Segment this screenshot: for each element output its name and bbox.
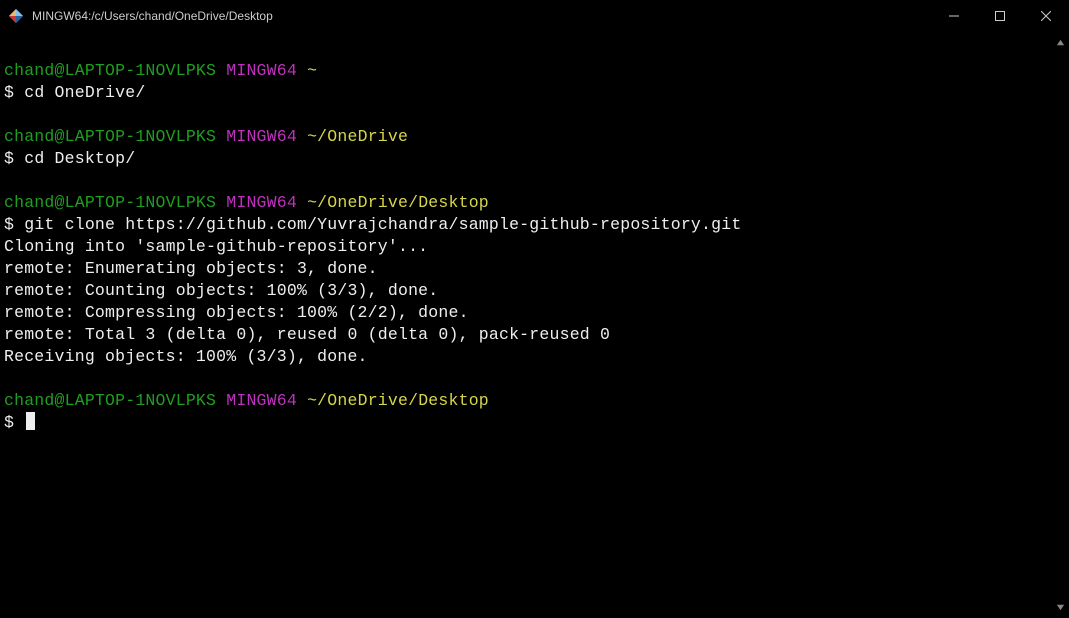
prompt-env: MINGW64	[226, 193, 297, 212]
prompt-path: ~/OneDrive/Desktop	[307, 193, 489, 212]
window-controls	[931, 0, 1069, 32]
prompt-symbol: $	[4, 413, 14, 432]
output-line: remote: Counting objects: 100% (3/3), do…	[4, 280, 1048, 302]
prompt-env: MINGW64	[226, 391, 297, 410]
prompt-env: MINGW64	[226, 61, 297, 80]
output-line: Receiving objects: 100% (3/3), done.	[4, 346, 1048, 368]
scroll-up-arrow-icon[interactable]	[1052, 34, 1069, 51]
output-line: Cloning into 'sample-github-repository'.…	[4, 236, 1048, 258]
command-text: cd OneDrive/	[24, 83, 145, 102]
prompt-line: chand@LAPTOP-1NOVLPKS MINGW64 ~/OneDrive	[4, 126, 1048, 148]
command-text: cd Desktop/	[24, 149, 135, 168]
output-line: remote: Enumerating objects: 3, done.	[4, 258, 1048, 280]
prompt-symbol: $	[4, 215, 14, 234]
prompt-symbol: $	[4, 149, 14, 168]
prompt-user-host: chand@LAPTOP-1NOVLPKS	[4, 193, 216, 212]
minimize-button[interactable]	[931, 0, 977, 32]
output-line: remote: Compressing objects: 100% (2/2),…	[4, 302, 1048, 324]
prompt-user-host: chand@LAPTOP-1NOVLPKS	[4, 61, 216, 80]
prompt-symbol: $	[4, 83, 14, 102]
command-line[interactable]: $	[4, 412, 1048, 434]
prompt-line: chand@LAPTOP-1NOVLPKS MINGW64 ~	[4, 60, 1048, 82]
scroll-down-arrow-icon[interactable]	[1052, 599, 1069, 616]
titlebar[interactable]: MINGW64:/c/Users/chand/OneDrive/Desktop	[0, 0, 1069, 32]
text-cursor	[26, 412, 35, 430]
command-line: $ git clone https://github.com/Yuvrajcha…	[4, 214, 1048, 236]
prompt-path: ~	[307, 61, 317, 80]
prompt-path: ~/OneDrive/Desktop	[307, 391, 489, 410]
terminal-window: MINGW64:/c/Users/chand/OneDrive/Desktop …	[0, 0, 1069, 618]
prompt-path: ~/OneDrive	[307, 127, 408, 146]
close-button[interactable]	[1023, 0, 1069, 32]
command-text: git clone https://github.com/Yuvrajchand…	[24, 215, 741, 234]
output-line: remote: Total 3 (delta 0), reused 0 (del…	[4, 324, 1048, 346]
prompt-line: chand@LAPTOP-1NOVLPKS MINGW64 ~/OneDrive…	[4, 390, 1048, 412]
prompt-line: chand@LAPTOP-1NOVLPKS MINGW64 ~/OneDrive…	[4, 192, 1048, 214]
prompt-user-host: chand@LAPTOP-1NOVLPKS	[4, 127, 216, 146]
prompt-user-host: chand@LAPTOP-1NOVLPKS	[4, 391, 216, 410]
app-icon	[8, 8, 24, 24]
maximize-button[interactable]	[977, 0, 1023, 32]
client-area: chand@LAPTOP-1NOVLPKS MINGW64 ~$ cd OneD…	[0, 32, 1069, 618]
window-title: MINGW64:/c/Users/chand/OneDrive/Desktop	[32, 9, 273, 23]
prompt-env: MINGW64	[226, 127, 297, 146]
terminal-output[interactable]: chand@LAPTOP-1NOVLPKS MINGW64 ~$ cd OneD…	[0, 32, 1052, 618]
vertical-scrollbar[interactable]	[1052, 32, 1069, 618]
command-line: $ cd OneDrive/	[4, 82, 1048, 104]
command-line: $ cd Desktop/	[4, 148, 1048, 170]
